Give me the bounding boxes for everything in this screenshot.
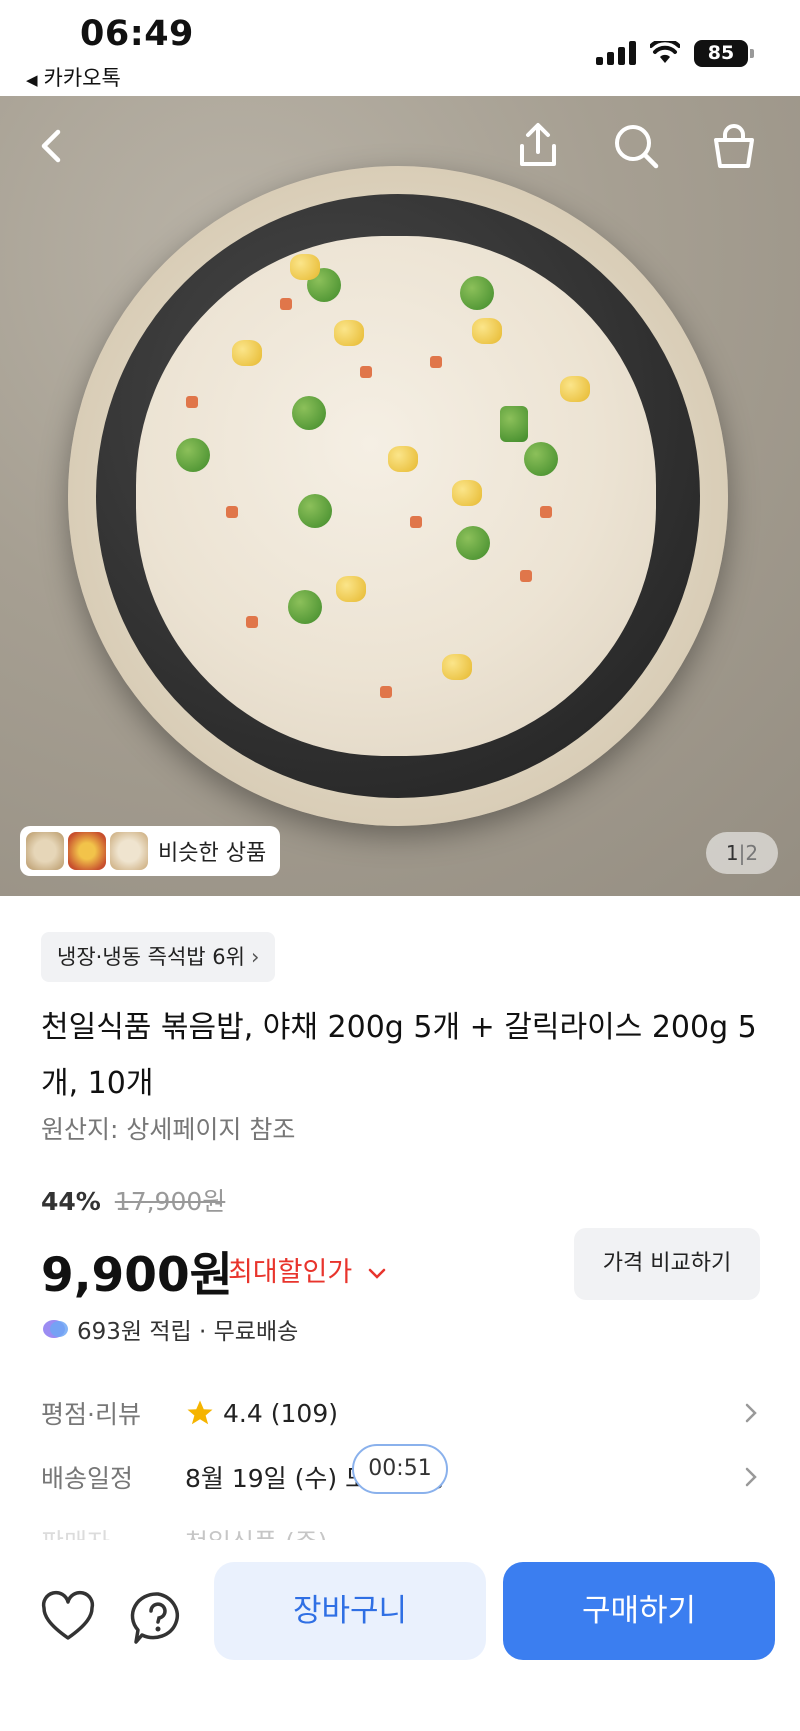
review-count: (109)	[270, 1398, 338, 1428]
similar-thumbnail	[26, 832, 64, 870]
search-icon[interactable]	[606, 116, 666, 176]
chevron-right-icon: ›	[250, 945, 260, 969]
rating-value: 4.4	[223, 1398, 263, 1428]
chevron-right-icon	[745, 1467, 757, 1487]
similar-products-button[interactable]: 비슷한 상품	[20, 826, 281, 876]
fried-rice	[136, 236, 656, 756]
back-triangle-icon: ◀	[26, 71, 38, 89]
back-icon[interactable]	[22, 116, 82, 176]
points-coin-icon	[43, 1320, 68, 1338]
product-image[interactable]: 비슷한 상품 1|2	[0, 96, 800, 896]
product-origin: 원산지: 상세페이지 참조	[41, 1115, 296, 1144]
sale-price: 9,900원	[41, 1248, 233, 1303]
bottom-action-bar: 장바구니 구매하기	[0, 1540, 800, 1731]
add-to-cart-button[interactable]: 장바구니	[214, 1562, 486, 1660]
share-icon[interactable]	[508, 116, 568, 176]
max-discount-dropdown[interactable]: 최대할인가	[228, 1250, 387, 1289]
status-bar: 06:49 ◀ 카카오톡 85	[0, 0, 800, 96]
points-shipping-row: 693원 적립 · 무료배송	[41, 1312, 298, 1346]
original-price: 17,900원	[114, 1187, 226, 1216]
rating-review-row[interactable]: 평점·리뷰 4.4 (109)	[41, 1388, 761, 1438]
chevron-right-icon	[745, 1403, 757, 1423]
battery-icon: 85	[694, 39, 754, 67]
discount-rate: 44%	[41, 1187, 101, 1216]
buy-now-button[interactable]: 구매하기	[503, 1562, 775, 1660]
chevron-down-icon	[368, 1268, 386, 1279]
cellular-signal-icon	[596, 41, 636, 65]
wifi-icon	[650, 41, 680, 63]
similar-products-label: 비슷한 상품	[158, 841, 267, 866]
product-title: 천일식품 볶음밥, 야채 200g 5개 + 갈릭라이스 200g 5개, 10…	[41, 1010, 757, 1101]
star-icon	[187, 1400, 213, 1425]
back-app-label: 카카오톡	[43, 66, 121, 90]
heart-icon[interactable]	[38, 1588, 98, 1648]
similar-thumbnail	[68, 832, 106, 870]
back-to-app-link[interactable]: ◀ 카카오톡	[26, 62, 121, 92]
shopping-bag-icon[interactable]	[704, 116, 764, 176]
price-compare-button[interactable]: 가격 비교하기	[574, 1228, 760, 1300]
rating-label: 평점·리뷰	[41, 1400, 141, 1429]
image-page-indicator: 1|2	[706, 832, 778, 874]
similar-thumbnail	[110, 832, 148, 870]
discount-row: 44% 17,900원	[41, 1182, 225, 1218]
question-icon[interactable]	[128, 1588, 188, 1648]
recording-timer-badge: 00:51	[352, 1444, 448, 1494]
category-rank-badge[interactable]: 냉장·냉동 즉석밥 6위 ›	[41, 932, 276, 982]
status-indicators: 85	[596, 38, 754, 68]
status-time: 06:49	[80, 14, 194, 54]
delivery-label: 배송일정	[41, 1464, 134, 1493]
